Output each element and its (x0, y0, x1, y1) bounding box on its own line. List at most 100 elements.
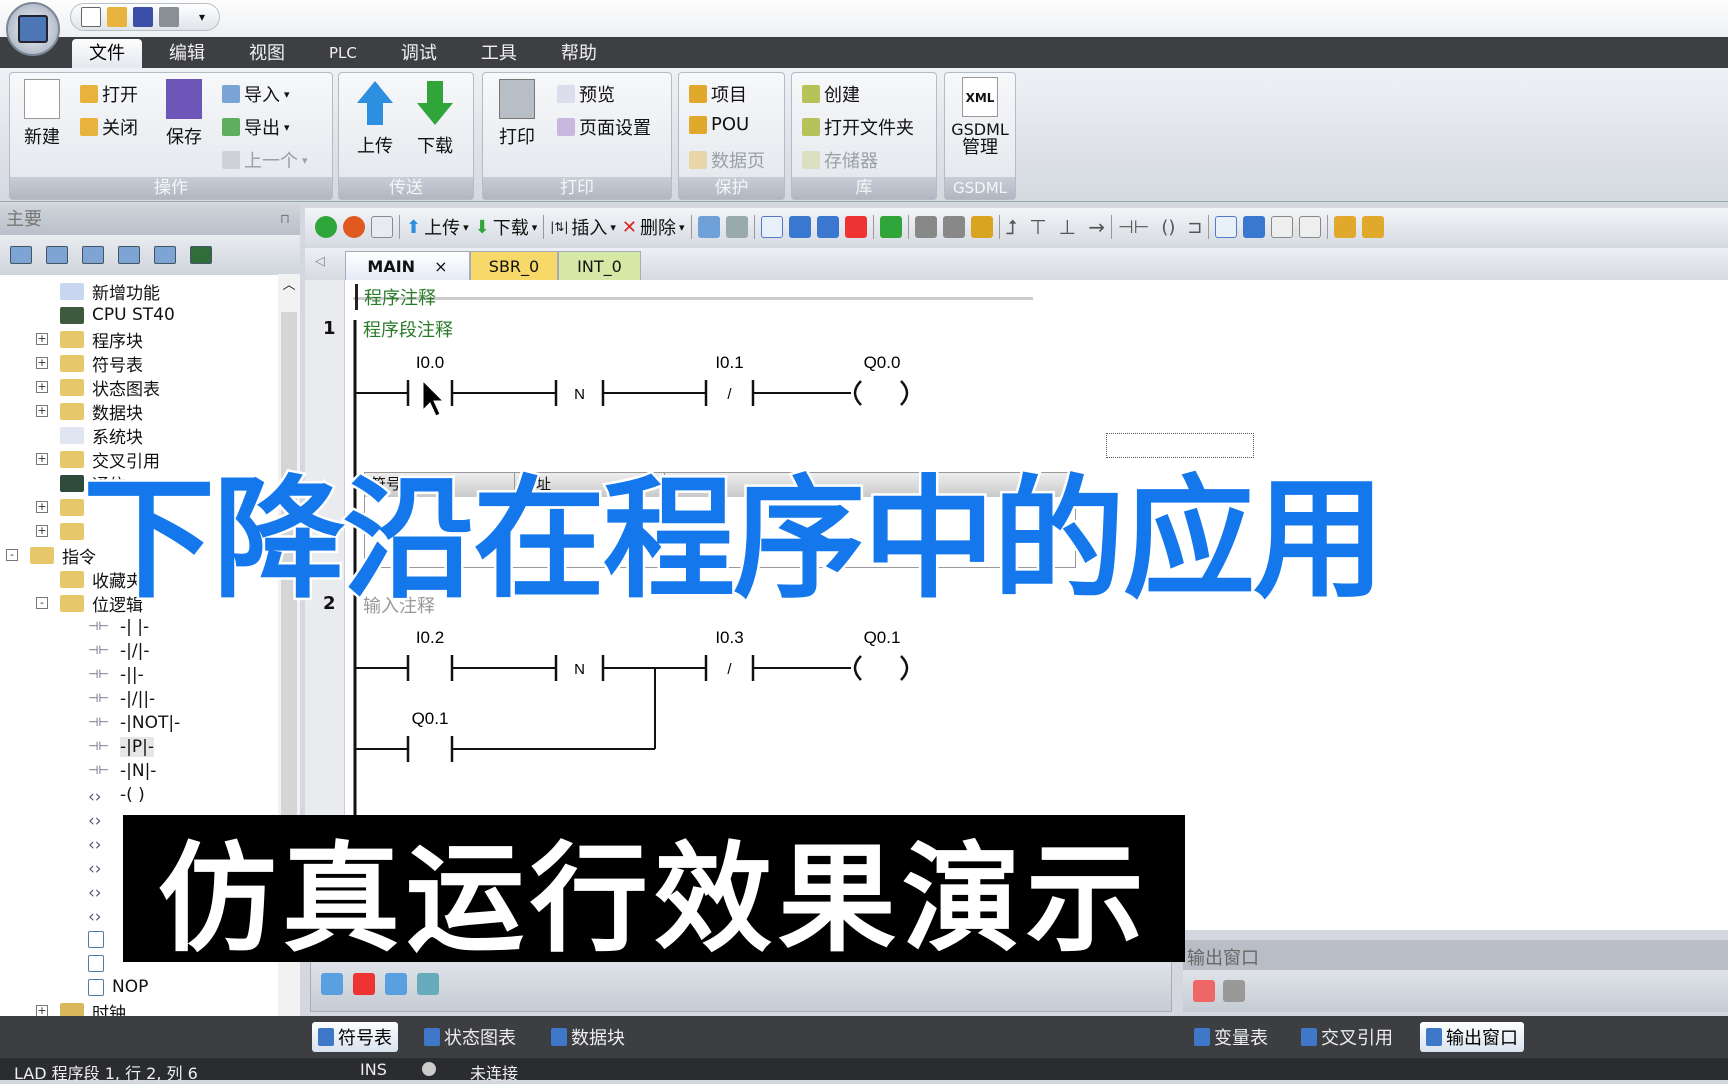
line-right-icon[interactable]: → (1088, 215, 1105, 239)
menu-tab[interactable]: 工具 (464, 39, 534, 68)
new-button[interactable]: 新建 (20, 79, 64, 149)
tree-item[interactable]: ⊣⊢ -|N|- (88, 759, 156, 783)
tree-item[interactable]: ⊣⊢ -|P|- (88, 735, 154, 759)
bookmark-icon[interactable] (760, 216, 783, 238)
tree-item[interactable]: ⊣⊢ -|/||- (88, 687, 155, 711)
memory-button[interactable]: 存储器 (802, 147, 878, 173)
previous-bookmark-icon[interactable] (788, 216, 811, 238)
tree-item[interactable]: ‹› (88, 855, 120, 879)
go-to-icon[interactable] (879, 216, 902, 238)
tree-item[interactable]: ‹› (88, 879, 120, 903)
menu-tab[interactable]: 文件 (72, 39, 142, 68)
tab-int-0[interactable]: INT_0 (558, 251, 641, 280)
import-button[interactable]: 导入 ▾ (222, 81, 290, 107)
box-icon[interactable]: ⊐ (1187, 217, 1202, 238)
delete-button[interactable]: ✕ 删除 ▾ (622, 214, 685, 240)
customize-dropdown-icon[interactable]: ▾ (199, 10, 205, 24)
tree-item[interactable]: ⊣⊢ -|NOT|- (88, 711, 180, 735)
menu-tab[interactable]: 帮助 (544, 39, 614, 68)
expand-icon[interactable]: + (36, 453, 48, 465)
tree-item[interactable]: + 程序块 (36, 327, 143, 352)
print-button[interactable]: 打印 (495, 79, 539, 149)
tree-item[interactable]: ‹› (88, 807, 120, 831)
download-button[interactable]: ⬇ 下载 ▾ (475, 214, 538, 240)
edit-comment-icon[interactable] (1271, 216, 1294, 238)
branch-icon[interactable]: ⮥ (1006, 215, 1018, 239)
tree-item[interactable]: + 状态图表 (36, 375, 160, 400)
menu-tab[interactable]: 编辑 (152, 39, 222, 68)
save-button[interactable]: 保存 (162, 79, 206, 149)
previous-button[interactable]: 上一个 ▾ (222, 147, 308, 173)
lock-icon[interactable] (914, 216, 937, 238)
preview-button[interactable]: 预览 (557, 81, 615, 107)
properties-icon[interactable] (1362, 216, 1385, 238)
network-icon[interactable] (697, 216, 720, 238)
tree-item[interactable]: 新增功能 (60, 279, 160, 304)
network-icon[interactable] (725, 216, 748, 238)
tree-item[interactable]: ⊣⊢ -| |- (88, 615, 149, 639)
tree-item[interactable]: CPU ST40 (60, 303, 175, 327)
create-library-button[interactable]: 创建 (802, 81, 860, 107)
save-icon[interactable] (133, 7, 153, 27)
menu-tab[interactable]: PLC (312, 39, 374, 68)
tree-item[interactable]: NOP (88, 975, 148, 999)
next-bookmark-icon[interactable] (816, 216, 839, 238)
clear-bookmarks-icon[interactable] (844, 216, 867, 238)
table-icon[interactable] (46, 246, 68, 264)
insert-button[interactable]: |⇅| 插入 ▾ (550, 214, 616, 240)
document-icon[interactable] (118, 246, 140, 264)
application-button[interactable] (6, 2, 60, 56)
pin-icon[interactable]: ⊓ (280, 205, 290, 235)
clear-icon[interactable] (1193, 980, 1215, 1002)
new-file-icon[interactable] (81, 7, 101, 27)
tree-item[interactable]: ‹› -( ) (88, 783, 145, 807)
line-down-icon[interactable]: ⊤ (1029, 215, 1046, 239)
tree-item[interactable]: ‹› (88, 903, 120, 927)
expand-icon[interactable]: + (36, 333, 48, 345)
edit-network-icon[interactable] (1299, 216, 1322, 238)
tree-item[interactable]: ‹› (88, 831, 120, 855)
gsdml-manage-button[interactable]: XML GSDML 管理 (951, 77, 1009, 157)
collapse-icon[interactable]: - (6, 549, 18, 561)
stop-icon[interactable] (343, 216, 365, 238)
copy-icon[interactable] (1223, 980, 1245, 1002)
table-icon[interactable] (1243, 216, 1266, 238)
apply-icon[interactable] (417, 973, 439, 995)
line-up-icon[interactable]: ⊥ (1059, 215, 1076, 239)
monitor-icon[interactable] (190, 246, 212, 264)
protect-project-button[interactable]: 项目 (689, 81, 747, 107)
download-button[interactable]: 下载 (411, 79, 459, 158)
open-folder-button[interactable]: 打开文件夹 (802, 114, 914, 140)
close-tab-icon[interactable]: × (434, 257, 447, 276)
compile-icon[interactable] (371, 216, 393, 238)
expand-icon[interactable]: + (36, 357, 48, 369)
tree-item[interactable]: + 数据块 (36, 399, 143, 424)
coil-icon[interactable]: () (1161, 217, 1175, 238)
bottom-tab[interactable]: 状态图表 (418, 1022, 522, 1052)
symbol-icon[interactable] (1215, 216, 1238, 238)
print-icon[interactable] (159, 7, 179, 27)
cross-reference-icon[interactable] (154, 246, 176, 264)
tree-item[interactable]: + 符号表 (36, 351, 143, 376)
menu-tab[interactable]: 视图 (232, 39, 302, 68)
run-icon[interactable] (315, 216, 337, 238)
protect-pou-button[interactable]: POU (689, 114, 749, 135)
collapse-icon[interactable]: - (36, 597, 48, 609)
tree-item[interactable]: 系统块 (60, 423, 143, 448)
tree-item[interactable]: ⊣⊢ -|/|- (88, 639, 149, 663)
view-icon[interactable] (10, 246, 32, 264)
close-button[interactable]: 关闭 (80, 114, 138, 140)
menu-tab[interactable]: 调试 (384, 39, 454, 68)
delete-row-icon[interactable] (353, 973, 375, 995)
expand-icon[interactable]: + (36, 381, 48, 393)
scroll-up-icon[interactable]: ︿ (278, 274, 300, 293)
bottom-tab[interactable]: 输出窗口 (1420, 1022, 1524, 1052)
expand-icon[interactable]: + (36, 405, 48, 417)
tree-item[interactable]: ⊣⊢ -||- (88, 663, 144, 687)
tab-sbr-0[interactable]: SBR_0 (470, 251, 558, 280)
tree-item[interactable] (88, 951, 112, 975)
unlock-icon[interactable] (942, 216, 965, 238)
bottom-tab[interactable]: 交叉引用 (1295, 1022, 1399, 1052)
bottom-tab[interactable]: 符号表 (312, 1022, 398, 1052)
protect-data-page-button[interactable]: 数据页 (689, 147, 765, 173)
